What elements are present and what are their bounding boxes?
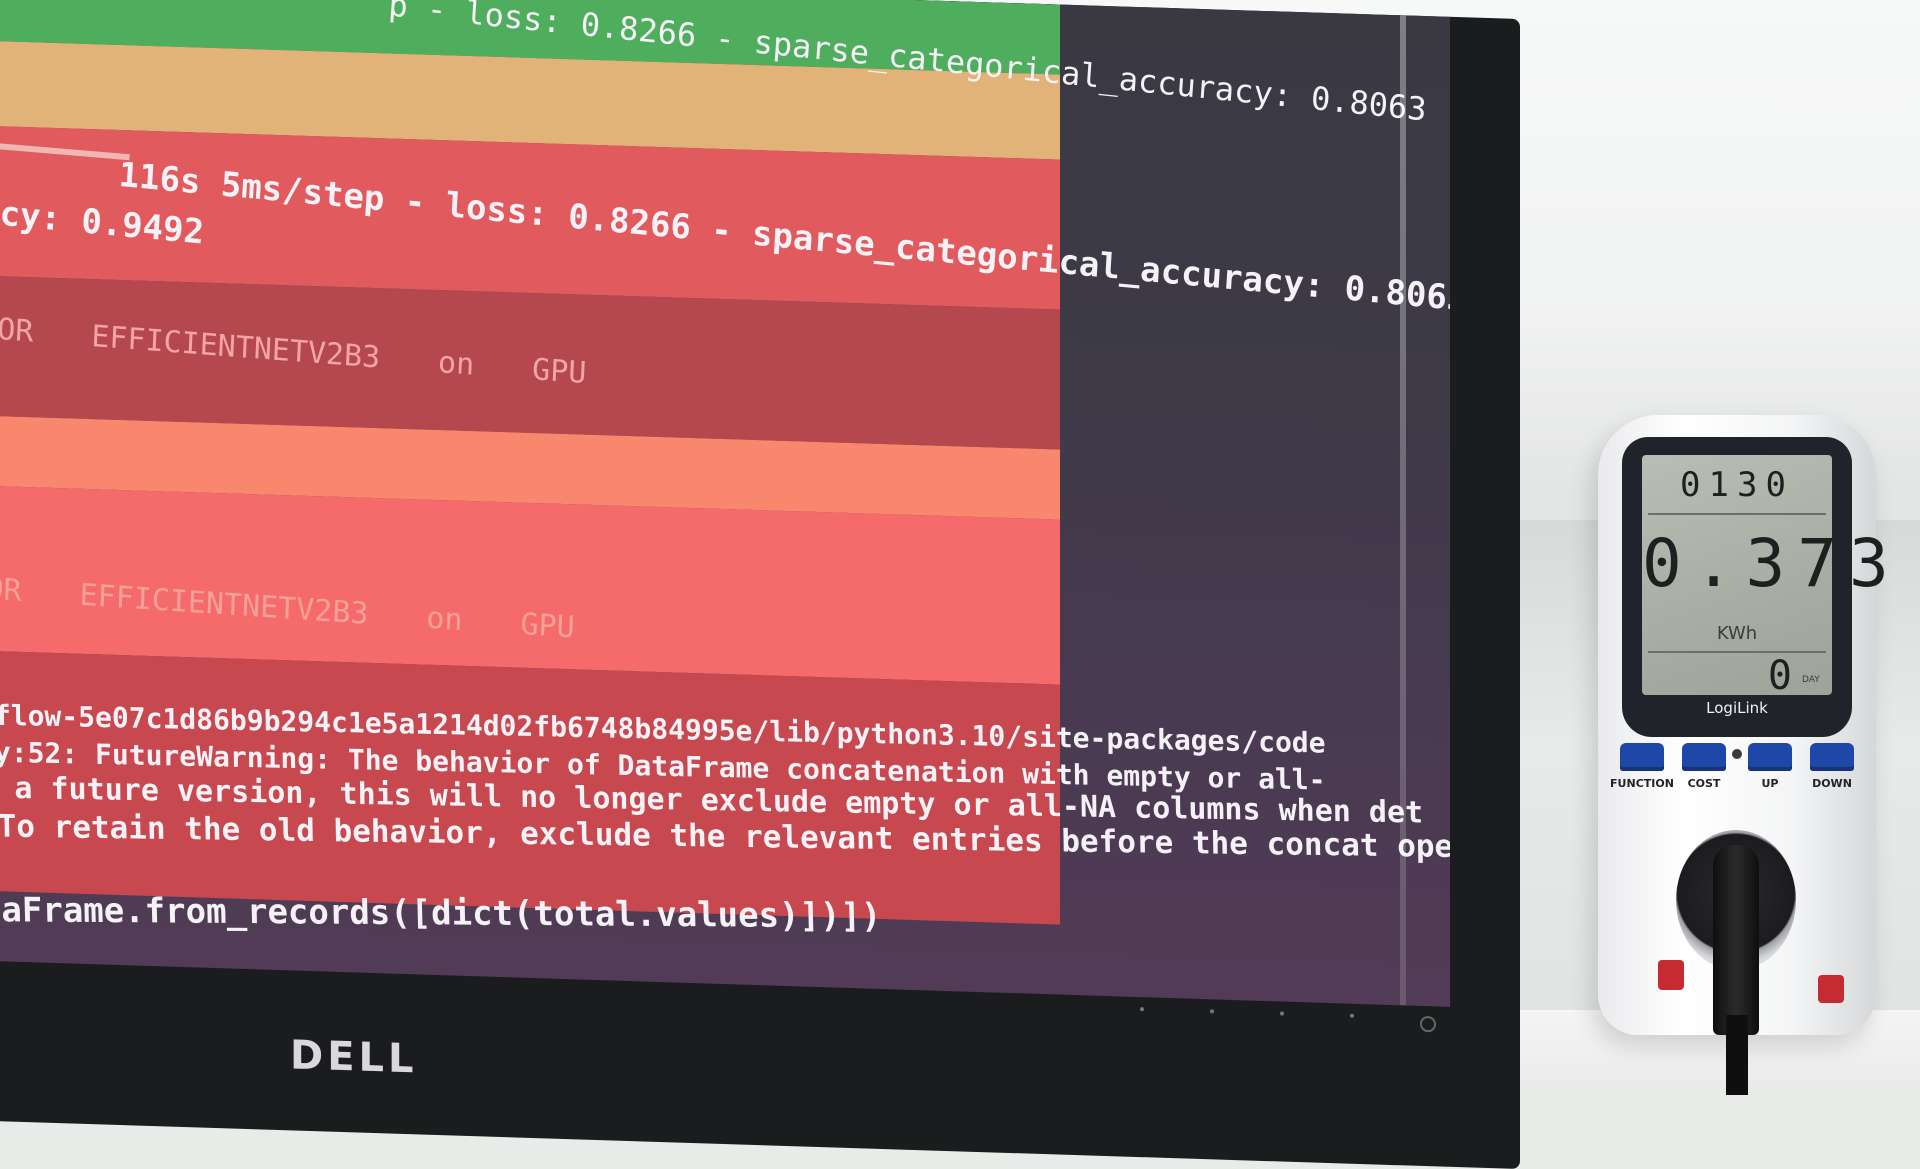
meter-brand-logo: LogiLink	[1706, 699, 1768, 717]
up-button[interactable]	[1748, 743, 1792, 771]
terminal-screen: p - loss: 0.8266 - sparse_categorical_ac…	[0, 0, 1450, 1007]
code-line: ataFrame.from_records([dict(total.values…	[0, 890, 882, 937]
meter-face: 0130 0.373 KWh 0 DAY LogiLink	[1622, 437, 1901, 737]
screen-edge-glare	[1400, 15, 1406, 1006]
lcd-day-label: DAY	[1802, 675, 1820, 685]
lcd-display: 0130 0.373 KWh 0 DAY	[1642, 455, 1901, 699]
bezel-button-dot[interactable]	[1280, 1011, 1284, 1016]
function-button[interactable]	[1620, 743, 1664, 771]
red-accent	[1658, 960, 1684, 990]
lcd-energy: 0.373	[1642, 525, 1901, 602]
bezel-button-dot[interactable]	[1350, 1013, 1354, 1018]
monitor: p - loss: 0.8266 - sparse_categorical_ac…	[0, 0, 1520, 1169]
down-button-label: DOWN	[1812, 777, 1852, 790]
bezel-button-dot[interactable]	[1140, 1007, 1144, 1012]
reset-label: RESET	[1717, 727, 1757, 740]
power-icon[interactable]	[1420, 1015, 1436, 1033]
red-accent	[1818, 975, 1844, 1003]
lcd-day-count: 0	[1767, 653, 1792, 699]
monitor-brand-logo: DELL	[290, 1032, 418, 1083]
reset-button[interactable]	[1732, 749, 1742, 759]
energy-meter: 0130 0.373 KWh 0 DAY LogiLink RESET FUNC…	[1598, 415, 1901, 1095]
lcd-time: 0130	[1680, 465, 1794, 505]
down-button[interactable]	[1810, 743, 1854, 771]
bezel-button-dot[interactable]	[1210, 1009, 1214, 1014]
cost-button[interactable]	[1682, 743, 1726, 771]
power-plug	[1713, 845, 1759, 1035]
lcd-separator	[1648, 513, 1826, 515]
power-cable	[1726, 1015, 1748, 1095]
lcd-unit-label: KWh	[1716, 623, 1758, 644]
